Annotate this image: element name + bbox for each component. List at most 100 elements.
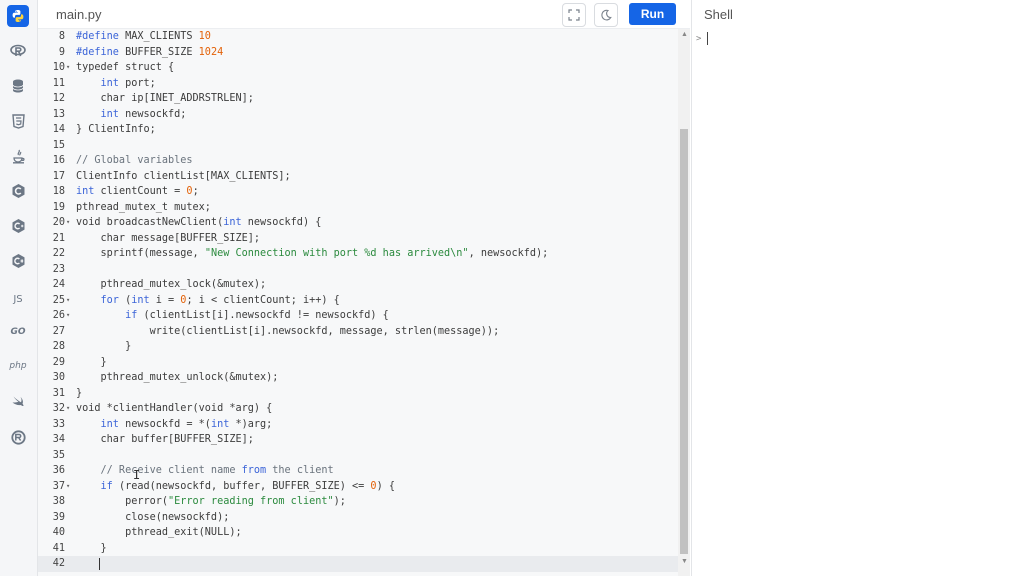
code-token: int <box>131 294 150 306</box>
csharp-icon[interactable] <box>7 250 29 272</box>
line-number: 19 <box>52 201 65 213</box>
line-number: 34 <box>52 434 65 445</box>
code-line[interactable]: 12 char ip[INET_ADDRSTRLEN]; <box>38 91 678 107</box>
code-line[interactable]: 41 } <box>38 541 678 557</box>
code-token: from <box>241 465 267 476</box>
shell-title: Shell <box>704 7 733 22</box>
code-token: ) { <box>376 480 395 492</box>
fold-toggle-icon[interactable]: ▾ <box>66 293 70 309</box>
scrollbar-thumb[interactable] <box>680 129 688 554</box>
code-line[interactable]: 30 pthread_mutex_unlock(&mutex); <box>38 370 678 386</box>
code-line[interactable]: 16 // Global variables <box>38 153 678 169</box>
code-line[interactable]: 42 <box>38 556 678 572</box>
code-text: void *clientHandler(void *arg) { <box>76 401 272 417</box>
code-token: sprintf(message, <box>76 248 205 259</box>
text-caret <box>99 558 100 570</box>
code-token: newsockfd; <box>118 108 187 120</box>
code-token: pthread_exit(NULL); <box>76 527 242 538</box>
code-token: } ClientInfo; <box>76 124 156 135</box>
php-icon[interactable]: php <box>7 355 29 377</box>
code-token: typedef struct { <box>76 62 175 73</box>
file-tab[interactable]: main.py <box>56 7 102 22</box>
code-line[interactable]: 38 perror("Error reading from client"); <box>38 494 678 510</box>
code-line[interactable]: 13 int newsockfd; <box>38 107 678 123</box>
fold-toggle-icon[interactable]: ▾ <box>66 401 70 417</box>
code-token: *)arg; <box>229 418 273 430</box>
html5-icon[interactable] <box>7 110 29 132</box>
code-token: newsockfd) { <box>241 217 322 228</box>
code-line[interactable]: 10 ▾ typedef struct { <box>38 60 678 76</box>
javascript-icon[interactable]: JS <box>7 288 29 310</box>
code-token: pthread_mutex_unlock(&mutex); <box>76 372 279 383</box>
code-line[interactable]: 35 <box>38 448 678 464</box>
code-line[interactable]: 19 pthread_mutex_t mutex; <box>38 200 678 216</box>
code-line[interactable]: 21 char message[BUFFER_SIZE]; <box>38 231 678 247</box>
theme-toggle-button[interactable] <box>594 3 618 27</box>
r-icon[interactable] <box>7 40 29 62</box>
code-line[interactable]: 18 int clientCount = 0; <box>38 184 678 200</box>
rust-icon[interactable] <box>7 426 29 448</box>
editor-scrollbar[interactable]: ▲ ▼ <box>678 29 690 576</box>
code-token: ClientInfo clientList[MAX_CLIENTS]; <box>76 170 291 182</box>
fold-toggle-icon[interactable]: ▾ <box>66 308 70 324</box>
fold-toggle-icon[interactable]: ▾ <box>66 60 70 76</box>
code-line[interactable]: 26 ▾ if (clientList[i].newsockfd != newso… <box>38 308 678 324</box>
code-text: #define BUFFER_SIZE 1024 <box>76 45 223 61</box>
go-icon[interactable]: GO <box>7 321 29 343</box>
cpp-icon[interactable] <box>7 215 29 237</box>
line-number: 21 <box>52 232 65 244</box>
code-text: int clientCount = 0; <box>76 184 199 200</box>
line-number: 16 <box>52 155 65 166</box>
scroll-down-icon[interactable]: ▼ <box>681 558 688 565</box>
code-line[interactable]: 17 ClientInfo clientList[MAX_CLIENTS]; <box>38 169 678 185</box>
code-line[interactable]: 25 ▾ for (int i = 0; i < clientCount; i++… <box>38 293 678 309</box>
fold-toggle-icon[interactable]: ▾ <box>66 479 70 495</box>
c-icon[interactable] <box>7 180 29 202</box>
code-line[interactable]: 40 pthread_exit(NULL); <box>38 525 678 541</box>
code-line[interactable]: 24 pthread_mutex_lock(&mutex); <box>38 277 678 293</box>
python-icon[interactable] <box>7 5 29 27</box>
swift-icon[interactable] <box>7 391 29 413</box>
code-token: 10 <box>198 31 211 42</box>
code-editor[interactable]: 8 #define MAX_CLIENTS 10 9 #define BUFFER_S… <box>38 29 678 576</box>
code-token: int <box>76 418 119 430</box>
code-line[interactable]: 23 <box>38 262 678 278</box>
code-line[interactable]: 8 #define MAX_CLIENTS 10 <box>38 29 678 45</box>
code-token: if <box>76 310 138 321</box>
java-icon[interactable] <box>7 145 29 167</box>
fold-toggle-icon[interactable]: ▾ <box>66 215 70 231</box>
code-token: ; <box>192 186 199 197</box>
code-line[interactable]: 31} <box>38 386 678 402</box>
code-line[interactable]: 11 int port; <box>38 76 678 92</box>
line-number: 33 <box>52 418 65 430</box>
scroll-up-icon[interactable]: ▲ <box>681 31 688 38</box>
code-line[interactable]: 33 int newsockfd = *(int *)arg; <box>38 417 678 433</box>
line-number: 8 <box>58 31 65 42</box>
code-line[interactable]: 27 write(clientList[i].newsockfd, messag… <box>38 324 678 340</box>
code-line[interactable]: 22 sprintf(message, "New Connection with… <box>38 246 678 262</box>
code-line[interactable]: 39 close(newsockfd); <box>38 510 678 526</box>
code-token: "New Connection with port %d has arrived… <box>204 248 469 259</box>
line-number: 12 <box>52 93 65 104</box>
shell-panel[interactable]: Shell > <box>691 0 1024 576</box>
code-line[interactable]: 29 } <box>38 355 678 371</box>
code-line[interactable]: 9 #define BUFFER_SIZE 1024 <box>38 45 678 61</box>
code-line[interactable]: 28 } <box>38 339 678 355</box>
line-number: 42 <box>52 558 65 569</box>
code-token: int <box>223 217 242 228</box>
code-line[interactable]: 20 ▾ void broadcastNewClient(int newsockfd… <box>38 215 678 231</box>
run-button[interactable]: Run <box>629 3 676 25</box>
code-text: } ClientInfo; <box>76 122 156 138</box>
shell-prompt: > <box>696 34 702 44</box>
code-token: ); <box>333 496 346 507</box>
code-text: } <box>76 339 131 355</box>
database-icon[interactable] <box>7 75 29 97</box>
code-line[interactable]: 14} ClientInfo; <box>38 122 678 138</box>
line-number: 17 <box>52 170 65 182</box>
code-line[interactable]: 15 <box>38 138 678 154</box>
fullscreen-button[interactable] <box>562 3 586 27</box>
code-line[interactable]: 32 ▾ void *clientHandler(void *arg) { <box>38 401 678 417</box>
code-line[interactable]: 34 char buffer[BUFFER_SIZE]; <box>38 432 678 448</box>
code-token: int <box>76 77 119 89</box>
code-token: 1024 <box>198 46 224 58</box>
